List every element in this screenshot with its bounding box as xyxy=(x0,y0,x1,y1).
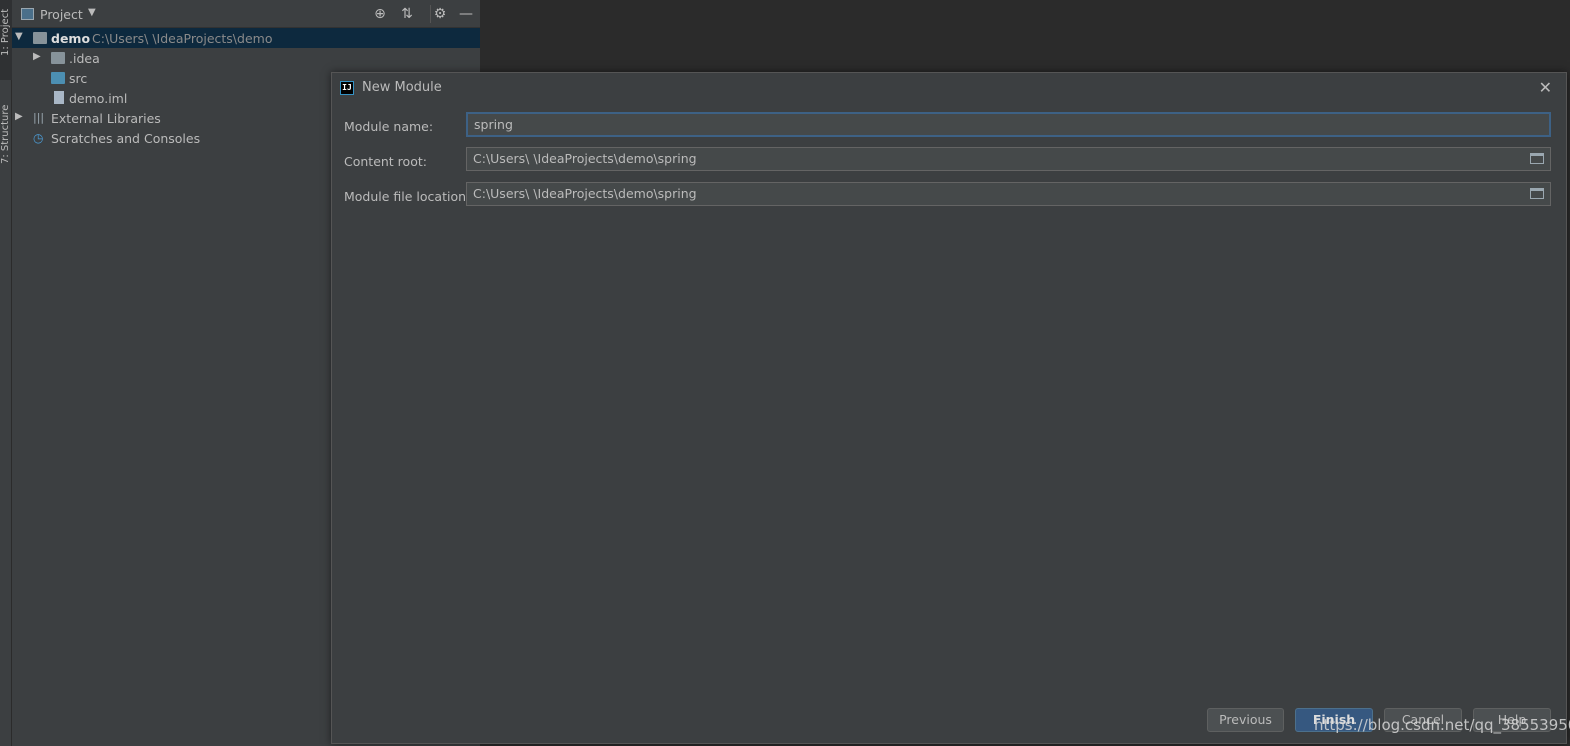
minimize-icon[interactable]: — xyxy=(456,4,476,24)
module-file-location-value: C:\Users\ \IdeaProjects\demo\spring xyxy=(473,186,697,201)
project-tool-tab[interactable]: 1: Project xyxy=(0,0,12,80)
source-folder-icon xyxy=(51,72,65,84)
content-root-field[interactable]: C:\Users\ \IdeaProjects\demo\spring xyxy=(466,147,1551,171)
iml-file-icon xyxy=(54,91,64,104)
gear-icon[interactable]: ⚙ xyxy=(430,4,450,24)
scratches-icon: ◷ xyxy=(33,131,44,145)
intellij-logo-icon: IJ xyxy=(340,81,354,95)
chevron-down-icon[interactable]: ▼ xyxy=(88,7,96,18)
content-root-label: Content root: xyxy=(344,154,427,169)
project-view-selector[interactable]: Project xyxy=(40,7,83,22)
tree-item-label: Scratches and Consoles xyxy=(51,131,201,146)
structure-tool-tab-label: 7: Structure xyxy=(0,104,11,164)
tree-item-label: .idea xyxy=(69,51,100,66)
tree-item-demo[interactable]: ▼ demo C:\Users\ \IdeaProjects\demo xyxy=(12,28,480,48)
folder-browse-icon[interactable] xyxy=(1530,153,1544,164)
content-root-value: C:\Users\ \IdeaProjects\demo\spring xyxy=(473,151,697,166)
dialog-title: New Module xyxy=(362,80,442,95)
module-name-label: Module name: xyxy=(344,119,434,134)
tool-window-strip: 1: Project 7: Structure xyxy=(0,0,12,746)
structure-tool-tab[interactable]: 7: Structure xyxy=(0,92,12,174)
tree-item-label: src xyxy=(69,71,88,86)
module-file-location-field[interactable]: C:\Users\ \IdeaProjects\demo\spring xyxy=(466,182,1551,206)
new-module-dialog: IJ New Module ✕ Module name: spring Cont… xyxy=(331,72,1567,744)
folder-browse-icon[interactable] xyxy=(1530,188,1544,199)
tree-item-path: C:\Users\ \IdeaProjects\demo xyxy=(92,31,273,46)
module-name-input[interactable]: spring xyxy=(466,112,1551,137)
project-view-icon xyxy=(21,8,34,20)
chevron-right-icon[interactable]: ▶ xyxy=(33,51,41,62)
tree-item-label: External Libraries xyxy=(51,111,161,126)
collapse-all-icon[interactable]: ⇅ xyxy=(397,4,417,24)
folder-icon xyxy=(51,52,65,64)
project-tool-tab-label: 1: Project xyxy=(0,8,11,56)
chevron-right-icon[interactable]: ▶ xyxy=(15,111,23,122)
library-icon: ||| xyxy=(33,111,45,124)
crosshair-icon[interactable]: ⊕ xyxy=(370,4,390,24)
close-icon[interactable]: ✕ xyxy=(1539,78,1552,97)
tree-item-label: demo xyxy=(51,31,91,46)
project-panel-header: Project ▼ ⊕ ⇅ ⚙ — xyxy=(12,0,480,28)
watermark-text: https://blog.csdn.net/qq_38553950 xyxy=(1314,716,1570,734)
dialog-titlebar[interactable]: IJ New Module ✕ xyxy=(332,73,1566,103)
tree-item-label: demo.iml xyxy=(69,91,128,106)
previous-button[interactable]: Previous xyxy=(1207,708,1284,732)
tree-item-idea[interactable]: ▶ .idea xyxy=(12,48,480,68)
module-file-location-label: Module file location: xyxy=(344,189,471,204)
module-folder-icon xyxy=(33,32,47,44)
chevron-down-icon[interactable]: ▼ xyxy=(15,31,23,42)
